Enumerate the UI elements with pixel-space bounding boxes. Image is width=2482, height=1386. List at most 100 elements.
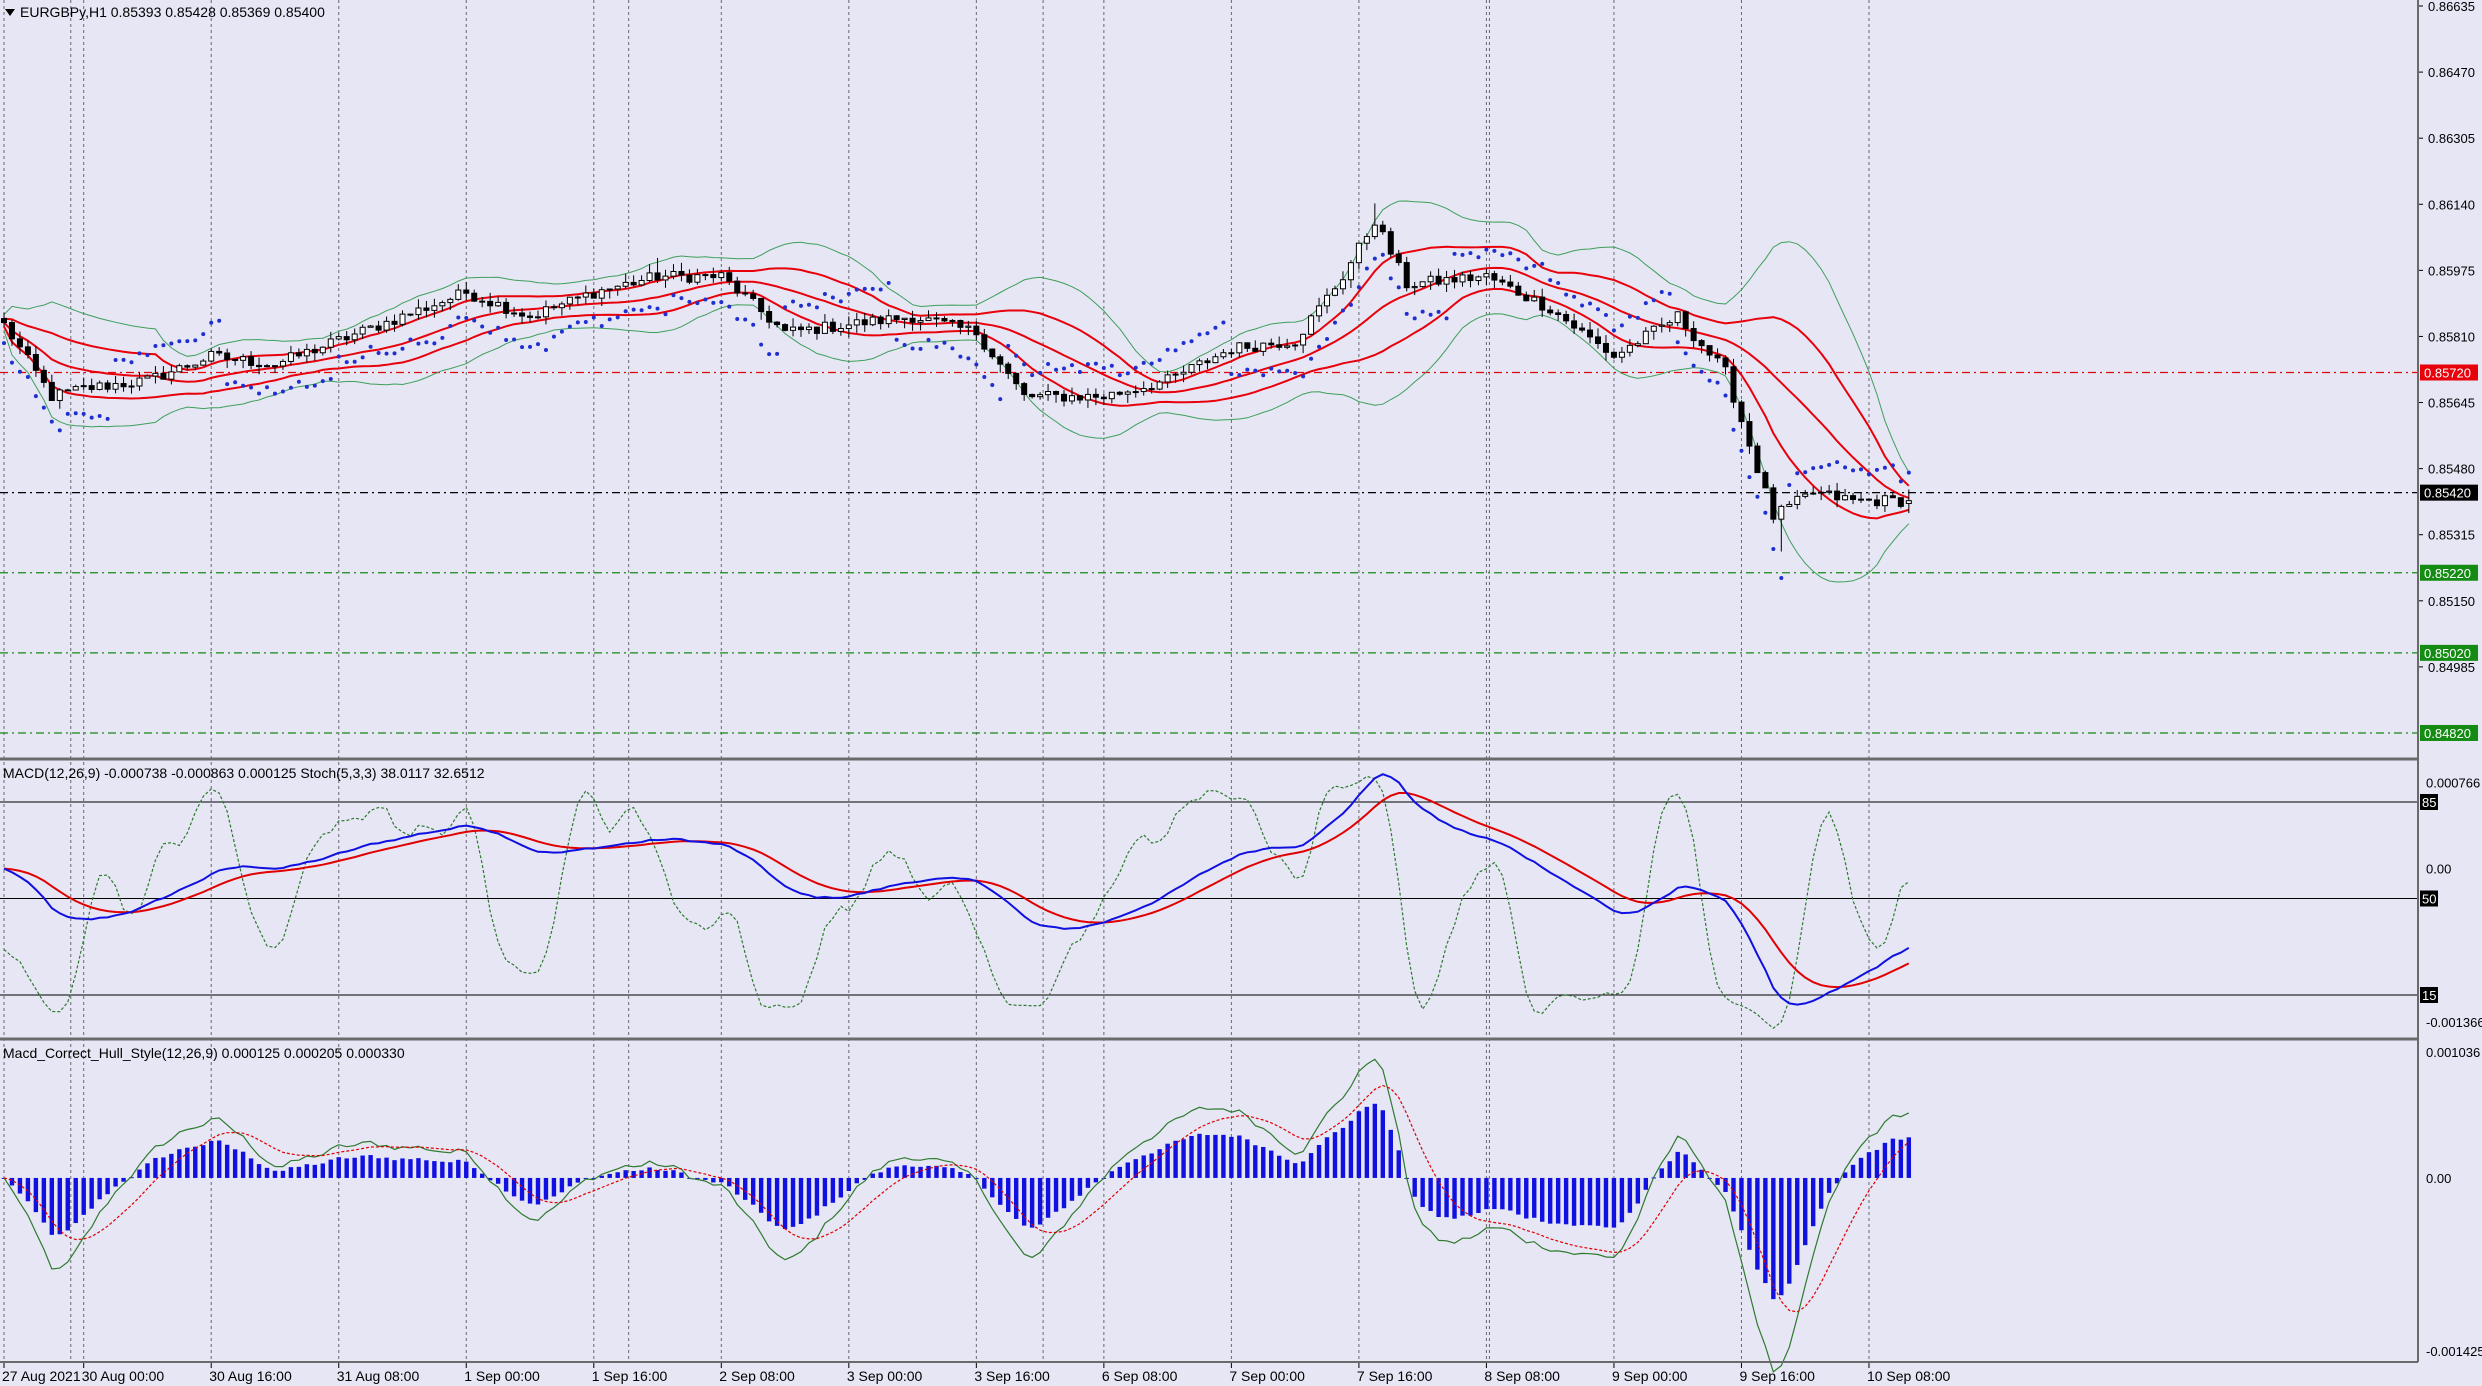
candle-body[interactable] [965, 325, 972, 328]
candle-body[interactable] [519, 312, 526, 317]
candle-body[interactable] [901, 317, 908, 321]
candle-body[interactable] [574, 296, 581, 299]
candle-body[interactable] [973, 325, 980, 336]
candle-body[interactable] [8, 322, 15, 340]
candle-body[interactable] [495, 301, 502, 307]
candle-body[interactable] [96, 382, 103, 390]
candle-body[interactable] [1387, 231, 1394, 255]
candle-body[interactable] [558, 303, 565, 309]
candle-body[interactable] [1013, 372, 1020, 385]
candle-body[interactable] [1316, 305, 1323, 317]
candle-body[interactable] [1467, 274, 1474, 282]
candle-body[interactable] [112, 383, 119, 390]
candle-body[interactable] [1443, 277, 1450, 285]
candle-body[interactable] [248, 356, 255, 366]
candle-body[interactable] [256, 364, 263, 368]
candle-body[interactable] [949, 319, 956, 322]
candle-body[interactable] [1515, 285, 1522, 296]
candle-body[interactable] [1108, 391, 1115, 400]
candle-body[interactable] [861, 319, 868, 326]
candle-body[interactable] [1005, 363, 1012, 374]
candle-body[interactable] [1563, 313, 1570, 322]
candle-body[interactable] [168, 371, 175, 380]
candle-body[interactable] [1571, 320, 1578, 329]
candle-body[interactable] [1642, 330, 1649, 345]
candle-body[interactable] [654, 272, 661, 281]
candle-body[interactable] [837, 328, 844, 332]
candle-body[interactable] [726, 272, 733, 282]
candle-body[interactable] [1076, 395, 1083, 401]
candle-body[interactable] [1276, 344, 1283, 348]
candle-body[interactable] [367, 325, 374, 328]
candle-body[interactable] [327, 338, 334, 348]
candle-body[interactable] [678, 270, 685, 276]
candle-body[interactable] [566, 296, 573, 305]
candle-body[interactable] [670, 270, 677, 277]
candle-body[interactable] [399, 313, 406, 325]
candle-body[interactable] [1531, 296, 1538, 302]
candle-body[interactable] [1300, 333, 1307, 346]
candle-body[interactable] [1403, 262, 1410, 289]
candle-body[interactable] [622, 281, 629, 287]
candle-body[interactable] [821, 321, 828, 334]
candle-body[interactable] [287, 352, 294, 362]
candle-body[interactable] [200, 360, 207, 366]
candle-body[interactable] [1045, 390, 1052, 396]
candle-body[interactable] [590, 292, 597, 299]
candle-body[interactable] [48, 381, 55, 401]
candle-body[interactable] [1754, 445, 1761, 474]
candle-body[interactable] [1475, 276, 1482, 282]
candle-body[interactable] [1068, 395, 1075, 402]
candle-body[interactable] [1826, 490, 1833, 493]
candle-body[interactable] [1905, 500, 1912, 504]
candle-body[interactable] [1722, 357, 1729, 368]
candle-body[interactable] [694, 274, 701, 283]
candle-body[interactable] [1379, 224, 1386, 233]
candle-body[interactable] [503, 301, 510, 314]
candle-body[interactable] [104, 382, 111, 390]
candle-body[interactable] [208, 350, 215, 362]
candle-body[interactable] [981, 334, 988, 350]
candle-body[interactable] [1204, 360, 1211, 364]
candle-body[interactable] [431, 305, 438, 311]
candle-body[interactable] [160, 372, 167, 380]
candle-body[interactable] [1411, 286, 1418, 289]
candle-body[interactable] [877, 316, 884, 325]
candle-body[interactable] [1587, 329, 1594, 338]
candle-body[interactable] [662, 275, 669, 281]
candle-body[interactable] [1499, 279, 1506, 283]
candle-body[interactable] [511, 312, 518, 315]
candle-body[interactable] [1339, 279, 1346, 290]
candle-body[interactable] [989, 348, 996, 358]
candle-body[interactable] [782, 324, 789, 331]
candle-body[interactable] [1666, 322, 1673, 326]
candle-body[interactable] [120, 383, 127, 388]
candle-body[interactable] [1897, 497, 1904, 507]
candle-body[interactable] [1794, 495, 1801, 505]
candle-body[interactable] [1714, 354, 1721, 359]
candle-body[interactable] [1451, 277, 1458, 283]
candle-body[interactable] [1491, 273, 1498, 281]
candle-body[interactable] [917, 320, 924, 323]
candle-body[interactable] [319, 346, 326, 354]
candle-body[interactable] [702, 274, 709, 277]
candle-body[interactable] [1284, 345, 1291, 348]
candle-body[interactable] [686, 274, 693, 283]
candle-body[interactable] [1347, 262, 1354, 281]
candle-body[interactable] [24, 346, 31, 356]
candle-body[interactable] [192, 364, 199, 368]
candle-body[interactable] [1196, 360, 1203, 366]
candle-body[interactable] [1746, 421, 1753, 447]
candle-body[interactable] [1579, 327, 1586, 331]
candle-body[interactable] [845, 324, 852, 330]
candle-body[interactable] [1037, 394, 1044, 398]
candle-body[interactable] [798, 326, 804, 331]
candle-body[interactable] [343, 336, 350, 341]
candle-body[interactable] [1148, 388, 1155, 391]
candle-body[interactable] [1873, 499, 1880, 507]
candle-body[interactable] [1706, 345, 1713, 356]
candle-body[interactable] [997, 356, 1004, 365]
candle-body[interactable] [216, 350, 223, 354]
candle-body[interactable] [351, 333, 358, 341]
candle-body[interactable] [1674, 311, 1681, 324]
